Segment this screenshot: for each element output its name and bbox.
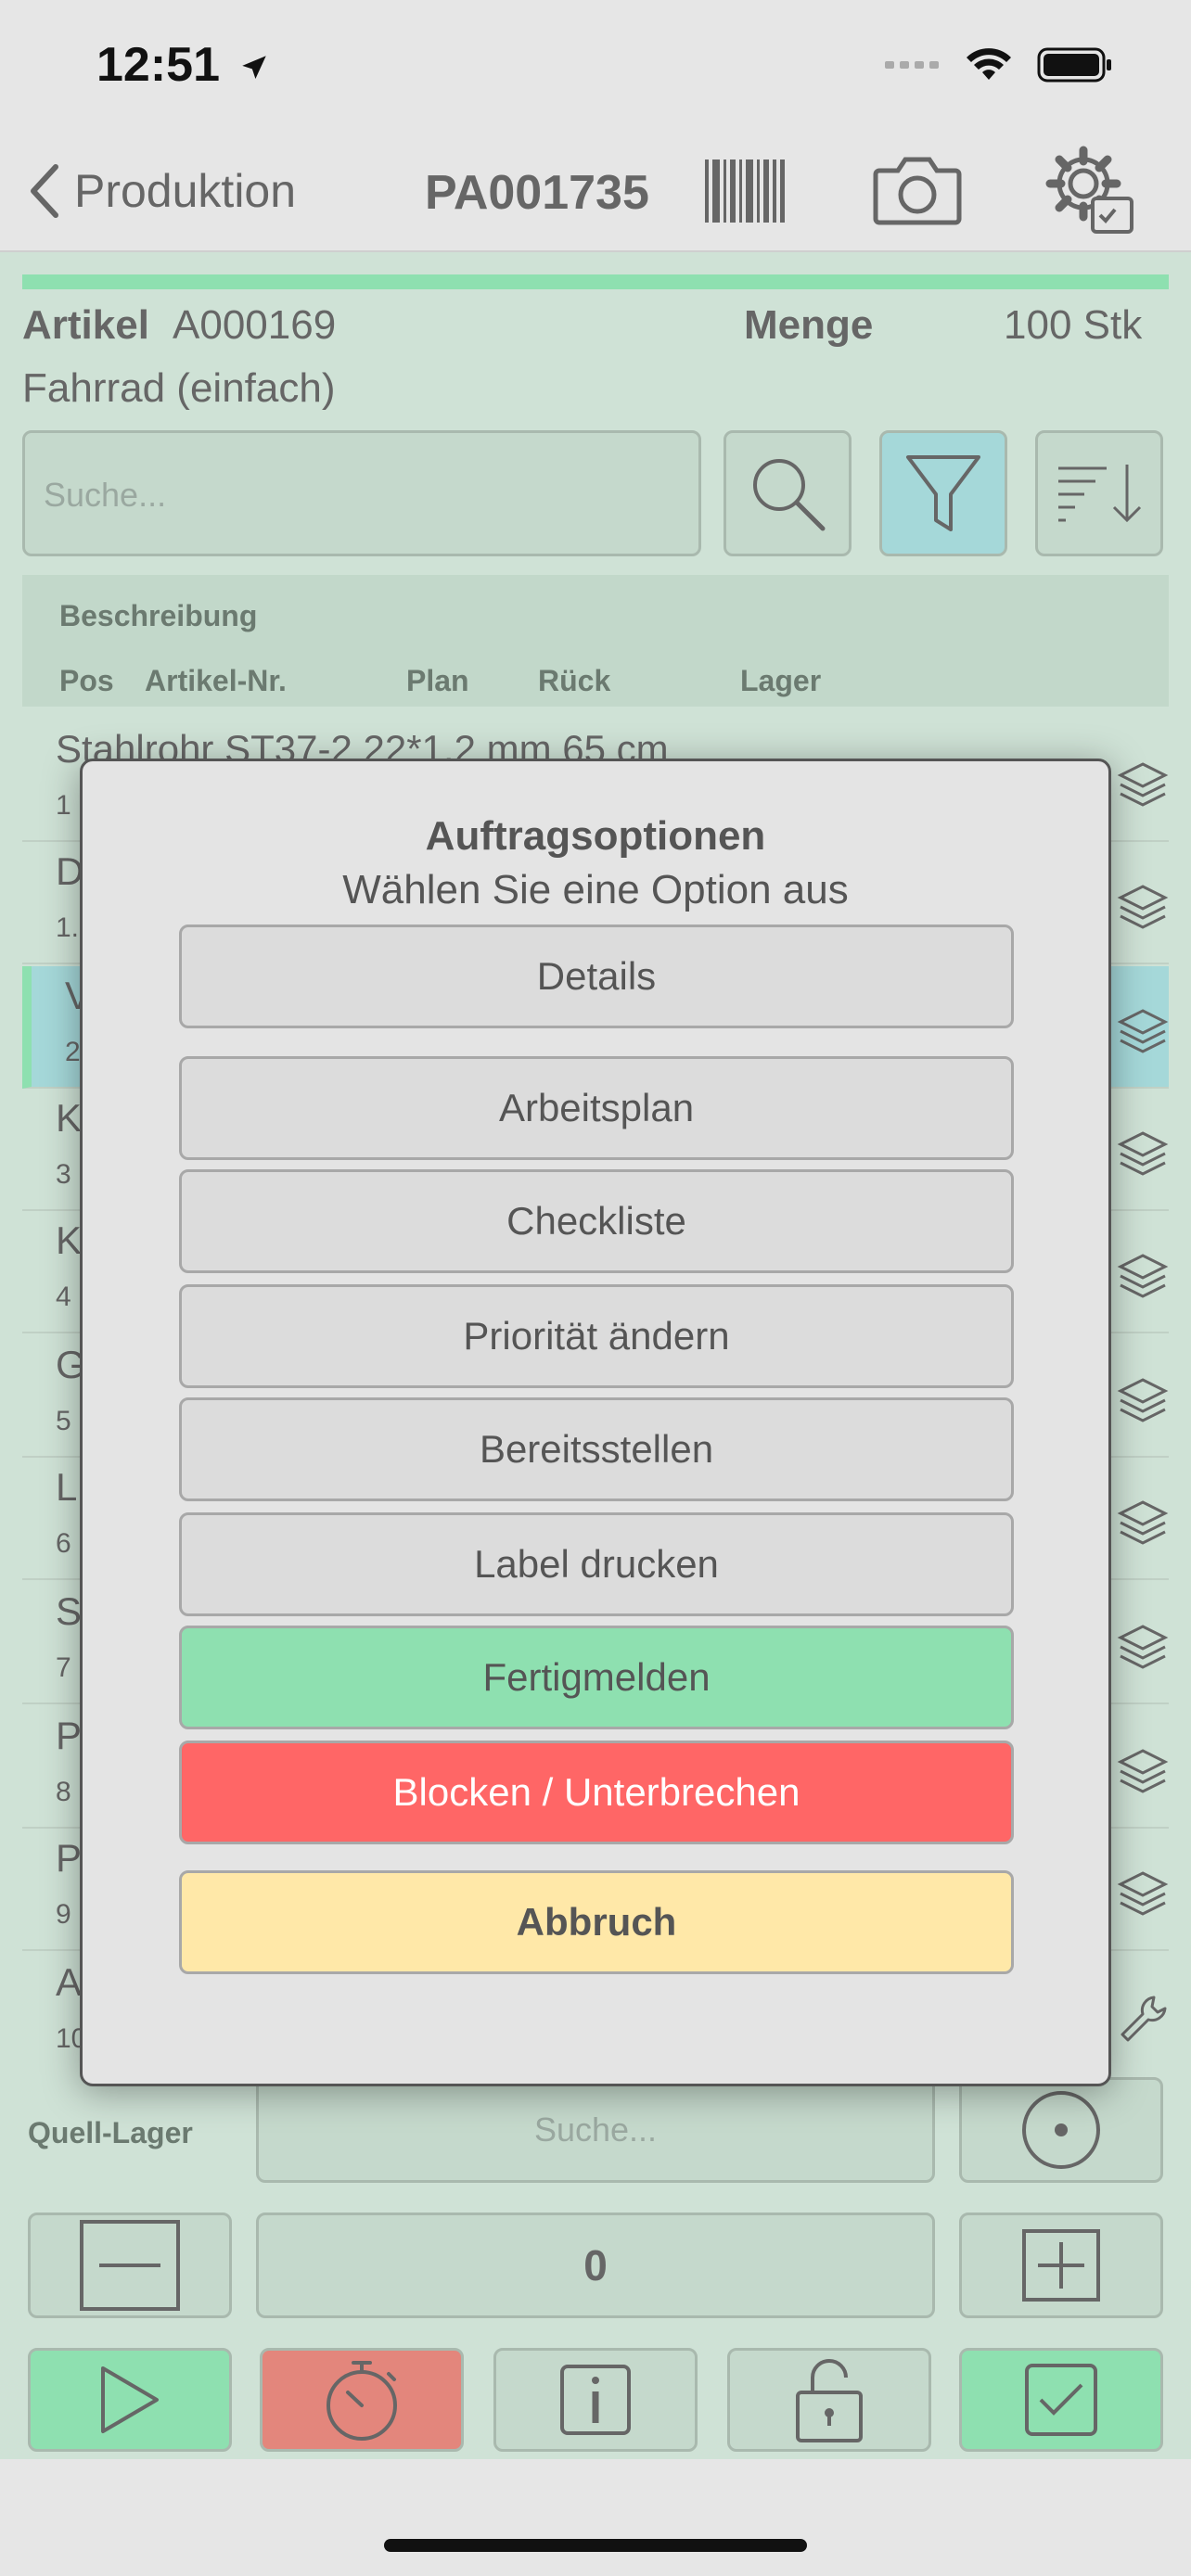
battery-icon [1037,47,1111,83]
quell-lager-placeholder: Suche... [533,2111,658,2149]
camera-button[interactable] [872,154,963,231]
navigation-bar: Produktion PA001735 [0,126,1191,252]
article-label: Artikel [22,302,149,348]
header-beschreibung: Beschreibung [59,599,258,632]
back-label: Produktion [74,165,297,217]
search-input[interactable]: Suche... [22,430,701,556]
info-icon [560,2365,631,2435]
order-number-title: PA001735 [425,166,649,220]
layers-icon [1117,762,1169,807]
details-button[interactable]: Details [179,925,1014,1028]
decrement-button[interactable] [28,2213,232,2318]
order-options-dialog: Auftragsoptionen Wählen Sie eine Option … [80,759,1111,2086]
header-plan: Plan [406,664,469,697]
change-priority-button[interactable]: Priorität ändern [179,1284,1014,1388]
cancel-button[interactable]: Abbruch [179,1870,1014,1974]
fertigmelden-button[interactable]: Fertigmelden [179,1626,1014,1729]
plus-icon [1022,2229,1100,2302]
barcode-icon [705,159,785,223]
layers-icon [1117,1131,1169,1176]
dialog-subtitle: Wählen Sie eine Option aus [342,867,849,912]
dialog-title: Auftragsoptionen [425,813,766,859]
layers-icon [1117,1749,1169,1793]
arbeitsplan-button[interactable]: Arbeitsplan [179,1056,1014,1160]
info-button[interactable] [493,2348,698,2452]
menge-value: 100 Stk [1004,302,1143,348]
start-button[interactable] [28,2348,232,2452]
magnifier-icon [753,459,826,531]
sort-descending-icon [1058,465,1142,523]
progress-bar [22,274,1169,289]
sort-button[interactable] [1035,430,1163,556]
article-number: A000169 [173,302,337,348]
article-name: Fahrrad (einfach) [22,365,336,411]
search-placeholder: Suche... [44,476,167,514]
layers-icon [1117,1378,1169,1422]
signal-icon [885,61,939,69]
menge-label: Menge [744,302,874,348]
layers-icon [1117,1500,1169,1545]
list-header: Beschreibung Pos Artikel-Nr. Plan Rück L… [22,575,1169,707]
play-icon [101,2366,159,2433]
checkbox-icon [1025,2364,1097,2436]
home-indicator [384,2539,807,2552]
settings-button[interactable] [1044,145,1135,240]
quantity-field[interactable]: 0 [256,2213,935,2318]
wrench-icon [1121,1996,1167,2042]
target-icon [1022,2091,1100,2169]
layers-icon [1117,1871,1169,1916]
print-label-button[interactable]: Label drucken [179,1512,1014,1616]
header-lager: Lager [740,664,822,697]
layers-icon [1117,1254,1169,1298]
wifi-icon [967,48,1011,80]
gear-checklist-icon [1045,146,1133,234]
funnel-icon [906,455,980,531]
layers-icon [1117,1009,1169,1053]
header-pos: Pos [59,664,114,697]
quell-lager-input[interactable]: Suche... [256,2077,935,2183]
filter-button[interactable] [879,430,1007,556]
increment-button[interactable] [959,2213,1163,2318]
location-arrow-icon [242,56,267,80]
status-indicators [885,46,1113,83]
checkliste-button[interactable]: Checkliste [179,1169,1014,1273]
barcode-button[interactable] [705,159,785,227]
minus-icon [80,2220,180,2311]
layers-icon [1117,1625,1169,1669]
camera-icon [873,157,962,225]
unlock-icon [796,2359,863,2442]
back-button[interactable]: Produktion [28,163,296,219]
block-interrupt-button[interactable]: Blocken / Unterbrechen [179,1741,1014,1844]
unlock-button[interactable] [727,2348,931,2452]
status-time: 12:51 [96,37,270,93]
stopwatch-icon [327,2361,397,2441]
confirm-button[interactable] [959,2348,1163,2452]
header-artikel-nr: Artikel-Nr. [145,664,287,697]
quantity-value: 0 [583,2241,608,2289]
header-rueck: Rück [538,664,611,697]
search-button[interactable] [724,430,852,556]
chevron-left-icon [31,164,58,218]
location-target-button[interactable] [959,2077,1163,2183]
quell-lager-label: Quell-Lager [28,2116,193,2149]
timer-button[interactable] [260,2348,464,2452]
layers-icon [1117,885,1169,929]
bereitsstellen-button[interactable]: Bereitsstellen [179,1397,1014,1501]
